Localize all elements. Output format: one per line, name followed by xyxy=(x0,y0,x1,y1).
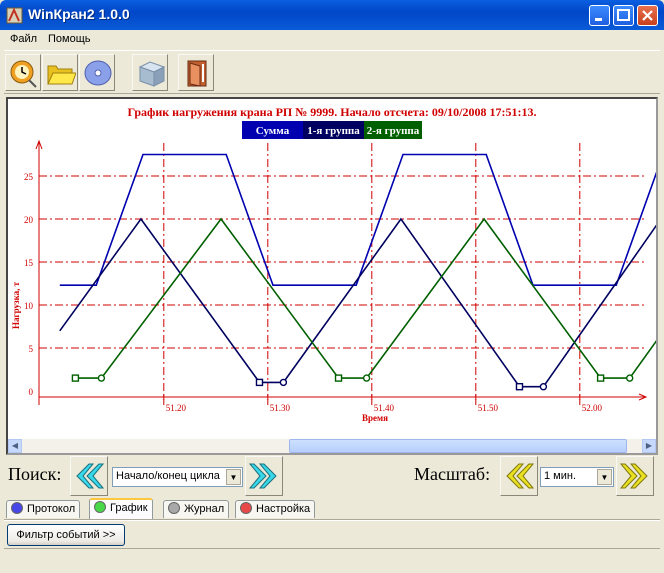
scroll-right-button[interactable]: ▶ xyxy=(642,439,656,453)
x-tick-label: 52.00 xyxy=(582,403,603,413)
series-marker xyxy=(596,374,605,382)
double-chevron-left-icon xyxy=(76,463,104,489)
load-chart[interactable]: График нагружения крана РП № 9999. Начал… xyxy=(8,99,656,439)
search-label: Поиск: xyxy=(8,464,62,484)
y-tick-label: 25 xyxy=(24,172,34,182)
x-tick-label: 51.40 xyxy=(374,403,395,413)
disk-icon xyxy=(84,60,112,86)
3d-box-icon xyxy=(138,61,166,87)
series-marker xyxy=(626,374,634,382)
tab-settings-label: Настройка xyxy=(256,503,311,515)
double-chevron-right-icon xyxy=(620,463,648,489)
tab-protocol-icon xyxy=(11,502,23,514)
legend-label: 2-я группа xyxy=(367,125,420,137)
series-marker xyxy=(97,374,106,382)
x-tick-label: 51.30 xyxy=(270,403,291,413)
toolbar-disk-button[interactable] xyxy=(79,54,115,91)
legend-label: Сумма xyxy=(256,125,290,137)
chart-title: График нагружения крана РП № 9999. Начал… xyxy=(127,105,536,119)
toolbar xyxy=(4,50,660,94)
toolbar-clock-button[interactable] xyxy=(5,54,41,91)
y-tick-label: 5 xyxy=(29,344,34,354)
toolbar-exit-button[interactable] xyxy=(178,54,214,91)
tab-protocol[interactable]: Протокол xyxy=(6,500,81,518)
close-icon xyxy=(642,10,653,21)
series-marker xyxy=(255,378,264,387)
chart-series xyxy=(59,153,656,391)
menu-bar: Файл Помощь xyxy=(4,31,660,49)
open-folder-icon xyxy=(47,65,76,85)
search-mode-select[interactable]: Начало/конец цикла ▼ xyxy=(112,467,243,487)
x-axis-label: Время xyxy=(362,413,388,423)
toolbar-3d-button[interactable] xyxy=(132,54,168,91)
scroll-left-button[interactable]: ◀ xyxy=(8,439,22,453)
chart-panel: График нагружения крана РП № 9999. Начал… xyxy=(6,97,658,455)
tab-journal-icon xyxy=(168,502,180,514)
title-bar[interactable]: WinКран2 1.0.0 xyxy=(0,0,664,30)
menu-file[interactable]: Файл xyxy=(10,33,37,45)
series-line xyxy=(59,153,656,287)
double-chevron-left-icon xyxy=(506,463,534,489)
y-tick-label: 10 xyxy=(24,301,34,311)
tab-graph[interactable]: График xyxy=(89,498,153,519)
scale-next-button[interactable] xyxy=(616,456,654,496)
search-next-button[interactable] xyxy=(245,456,283,496)
series-line xyxy=(59,217,656,388)
event-filter-button[interactable]: Фильтр событий >> xyxy=(7,524,125,546)
scroll-thumb[interactable] xyxy=(289,439,627,453)
y-axis-label: Нагрузка, т xyxy=(11,281,21,329)
chart-axes: 051015202551.2051.3051.4051.5052.0052.10 xyxy=(24,139,648,413)
double-chevron-right-icon xyxy=(249,463,277,489)
legend-label: 1-я группа xyxy=(307,125,360,137)
menu-help[interactable]: Помощь xyxy=(48,33,91,45)
status-bar xyxy=(4,548,660,570)
tab-protocol-label: Протокол xyxy=(27,503,76,515)
series-marker xyxy=(279,378,288,387)
close-button[interactable] xyxy=(637,5,658,26)
app-icon xyxy=(6,7,23,24)
x-tick-label: 51.20 xyxy=(166,403,187,413)
tab-graph-label: График xyxy=(110,502,148,514)
tab-journal-label: Журнал xyxy=(184,503,225,515)
scale-label: Масштаб: xyxy=(414,464,491,484)
series-line xyxy=(75,217,656,379)
series-marker xyxy=(334,374,343,382)
tab-settings[interactable]: Настройка xyxy=(235,500,316,518)
series-marker xyxy=(71,374,80,382)
clock-pin-icon xyxy=(10,60,37,88)
search-prev-button[interactable] xyxy=(70,456,108,496)
dropdown-arrow-icon[interactable]: ▼ xyxy=(597,469,612,485)
tab-graph-icon xyxy=(94,501,106,513)
toolbar-open-button[interactable] xyxy=(42,54,78,91)
scale-select[interactable]: 1 мин. ▼ xyxy=(540,467,614,487)
maximize-button[interactable] xyxy=(613,5,634,26)
window-title: WinКран2 1.0.0 xyxy=(28,6,130,22)
series-marker xyxy=(539,383,548,391)
series-marker xyxy=(515,383,524,391)
chart-grid xyxy=(39,143,646,405)
minimize-icon xyxy=(595,18,602,21)
maximize-icon xyxy=(617,9,630,21)
tab-journal[interactable]: Журнал xyxy=(163,500,230,518)
tab-divider xyxy=(4,519,660,521)
y-tick-label: 15 xyxy=(24,258,34,268)
scale-value: 1 мин. xyxy=(544,470,577,482)
dropdown-arrow-icon[interactable]: ▼ xyxy=(226,469,241,485)
exit-door-icon xyxy=(187,60,207,87)
series-marker xyxy=(362,374,371,382)
x-tick-label: 51.50 xyxy=(478,403,499,413)
horizontal-scrollbar[interactable]: ◀ ▶ xyxy=(8,439,656,453)
tab-settings-icon xyxy=(240,502,252,514)
scale-prev-button[interactable] xyxy=(500,456,538,496)
search-mode-value: Начало/конец цикла xyxy=(116,470,220,482)
chart-legend: Сумма 1-я группа 2-я группа xyxy=(242,121,422,139)
y-tick-label: 0 xyxy=(29,387,34,397)
minimize-button[interactable] xyxy=(589,5,610,26)
y-tick-label: 20 xyxy=(24,215,34,225)
